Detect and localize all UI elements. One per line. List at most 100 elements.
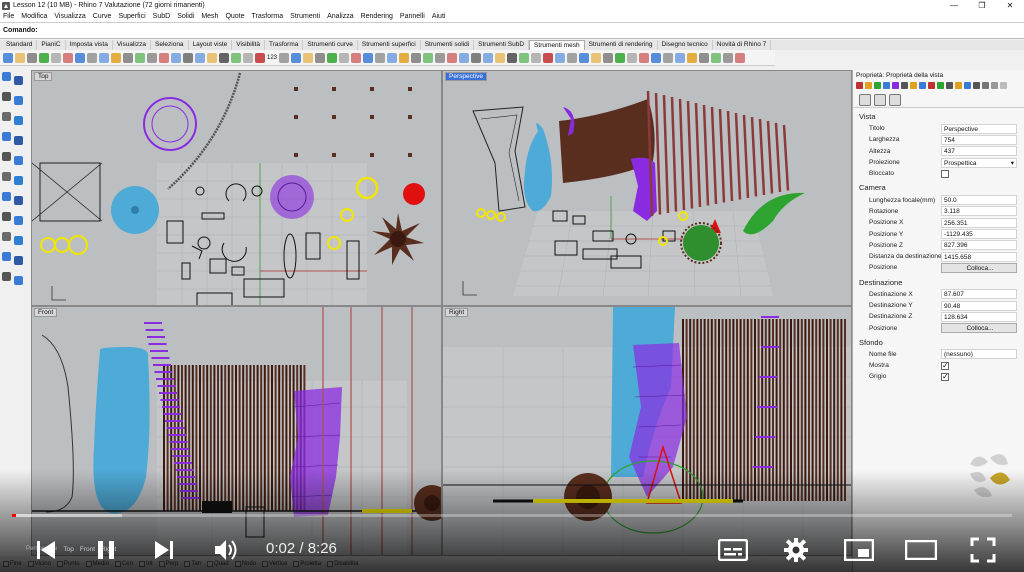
left-tool-icon[interactable] bbox=[14, 236, 23, 245]
left-tool-icon[interactable] bbox=[14, 196, 23, 205]
menu-file[interactable]: File bbox=[3, 13, 14, 20]
toolbar-tool-icon[interactable] bbox=[567, 52, 578, 63]
properties-tab-icon[interactable] bbox=[982, 82, 989, 89]
viewport-front-label[interactable]: Front bbox=[34, 308, 58, 317]
toolbar-tool-icon[interactable] bbox=[411, 52, 422, 63]
prop-value-titolo[interactable]: Perspective bbox=[941, 123, 1017, 134]
pause-button[interactable] bbox=[90, 533, 122, 567]
background-file-field[interactable]: (nessuno) bbox=[941, 349, 1017, 360]
properties-tab-icon[interactable] bbox=[973, 82, 980, 89]
tab-visibilita[interactable]: Visibilità bbox=[232, 40, 265, 50]
toolbar-tool-icon[interactable] bbox=[99, 52, 109, 63]
toolbar-tool-icon[interactable] bbox=[555, 52, 566, 63]
toolbar-tool-icon[interactable] bbox=[591, 52, 602, 63]
prop-value-target-z[interactable]: 128.634 bbox=[941, 311, 1017, 322]
toolbar-tool-icon[interactable] bbox=[159, 52, 169, 63]
left-tool-icon[interactable] bbox=[2, 112, 11, 121]
viewport-right-label[interactable]: Right bbox=[445, 308, 469, 317]
next-button[interactable] bbox=[148, 533, 180, 567]
toolbar-tool-icon[interactable] bbox=[663, 52, 674, 63]
previous-button[interactable] bbox=[30, 533, 62, 567]
toolbar-tool-icon[interactable] bbox=[279, 52, 290, 63]
tab-novita-rhino7[interactable]: Novità di Rhino 7 bbox=[713, 40, 772, 50]
toolbar-tool-icon[interactable] bbox=[255, 52, 265, 63]
menu-solidi[interactable]: Solidi bbox=[177, 13, 194, 20]
tab-strumenti-solidi[interactable]: Strumenti solidi bbox=[421, 40, 475, 50]
viewport-icon[interactable] bbox=[889, 94, 901, 106]
toolbar-tool-icon[interactable] bbox=[3, 52, 13, 63]
toolbar-tool-icon[interactable] bbox=[231, 52, 241, 63]
toolbar-tool-icon[interactable] bbox=[327, 52, 338, 63]
toolbar-tool-icon[interactable] bbox=[471, 52, 482, 63]
menu-mesh[interactable]: Mesh bbox=[201, 13, 218, 20]
named-view-icon[interactable] bbox=[874, 94, 886, 106]
left-tool-icon[interactable] bbox=[14, 256, 23, 265]
osnap-vertice[interactable]: Vertice bbox=[262, 561, 287, 567]
left-tool-icon[interactable] bbox=[14, 276, 23, 285]
left-tool-icon[interactable] bbox=[2, 72, 11, 81]
menu-rendering[interactable]: Rendering bbox=[361, 13, 393, 20]
properties-tab-icon[interactable] bbox=[856, 82, 863, 89]
properties-tab-icon[interactable] bbox=[955, 82, 962, 89]
left-tool-icon[interactable] bbox=[2, 92, 11, 101]
tab-standard[interactable]: Standard bbox=[2, 40, 38, 50]
locked-checkbox[interactable] bbox=[941, 169, 949, 178]
left-tool-icon[interactable] bbox=[2, 172, 11, 181]
tab-pianic[interactable]: PianiC bbox=[37, 40, 66, 50]
left-tool-icon[interactable] bbox=[14, 116, 23, 125]
tab-strumenti-superfici[interactable]: Strumenti superfici bbox=[358, 40, 421, 50]
toolbar-tool-icon[interactable] bbox=[483, 52, 494, 63]
camera-icon[interactable] bbox=[859, 94, 871, 106]
volume-button[interactable] bbox=[210, 533, 242, 567]
toolbar-tool-icon[interactable] bbox=[675, 52, 686, 63]
toolbar-tool-icon[interactable] bbox=[135, 52, 145, 63]
menu-analizza[interactable]: Analizza bbox=[327, 13, 353, 20]
viewport-right[interactable]: Right bbox=[442, 306, 852, 556]
left-tool-icon[interactable] bbox=[2, 252, 11, 261]
menu-modifica[interactable]: Modifica bbox=[21, 13, 47, 20]
toolbar-tool-icon[interactable] bbox=[303, 52, 314, 63]
toolbar-tool-icon[interactable] bbox=[531, 52, 542, 63]
properties-tab-icon[interactable] bbox=[910, 82, 917, 89]
left-tool-icon[interactable] bbox=[14, 96, 23, 105]
left-tool-icon[interactable] bbox=[14, 176, 23, 185]
toolbar-tool-icon[interactable] bbox=[699, 52, 710, 63]
toolbar-tool-icon[interactable] bbox=[711, 52, 722, 63]
prop-value-target-x[interactable]: 87.607 bbox=[941, 289, 1017, 300]
tab-strumenti-mesh[interactable]: Strumenti mesh bbox=[529, 40, 585, 50]
toolbar-tool-icon[interactable] bbox=[615, 52, 626, 63]
left-tool-icon[interactable] bbox=[2, 212, 11, 221]
left-tool-icon[interactable] bbox=[14, 216, 23, 225]
toolbar-tool-icon[interactable] bbox=[63, 52, 73, 63]
prop-value-altezza[interactable]: 437 bbox=[941, 146, 1017, 157]
settings-button[interactable] bbox=[780, 533, 812, 567]
toolbar-tool-icon[interactable] bbox=[243, 52, 253, 63]
properties-tab-icon[interactable] bbox=[874, 82, 881, 89]
menu-superfici[interactable]: Superfici bbox=[118, 13, 145, 20]
menu-curve[interactable]: Curve bbox=[93, 13, 112, 20]
left-tool-icon[interactable] bbox=[2, 192, 11, 201]
target-place-button[interactable]: Colloca... bbox=[941, 323, 1017, 334]
toolbar-tool-icon[interactable] bbox=[459, 52, 470, 63]
toolbar-tool-icon[interactable] bbox=[387, 52, 398, 63]
toolbar-tool-icon[interactable] bbox=[507, 52, 518, 63]
video-progress-bar[interactable] bbox=[12, 514, 1012, 517]
menu-visualizza[interactable]: Visualizza bbox=[54, 13, 85, 20]
toolbar-tool-icon[interactable] bbox=[687, 52, 698, 63]
toolbar-tool-icon[interactable] bbox=[735, 52, 746, 63]
toolbar-tool-icon[interactable] bbox=[627, 52, 638, 63]
properties-tab-icon[interactable] bbox=[1000, 82, 1007, 89]
toolbar-tool-icon[interactable] bbox=[579, 52, 590, 63]
subtitles-button[interactable] bbox=[716, 533, 750, 567]
tab-disegno-tecnico[interactable]: Disegno tecnico bbox=[658, 40, 713, 50]
properties-tab-icon[interactable] bbox=[964, 82, 971, 89]
toolbar-tool-icon[interactable] bbox=[207, 52, 217, 63]
menu-pannelli[interactable]: Pannelli bbox=[400, 13, 425, 20]
camera-place-button[interactable]: Colloca... bbox=[941, 262, 1017, 273]
toolbar-tool-icon[interactable] bbox=[363, 52, 374, 63]
viewport-top-label[interactable]: Top bbox=[34, 72, 53, 81]
osnap-proietta[interactable]: Proietta bbox=[293, 561, 321, 567]
show-background-checkbox[interactable] bbox=[941, 361, 949, 370]
prop-value-pos-z[interactable]: 827.396 bbox=[941, 240, 1017, 251]
menu-quote[interactable]: Quote bbox=[225, 13, 244, 20]
